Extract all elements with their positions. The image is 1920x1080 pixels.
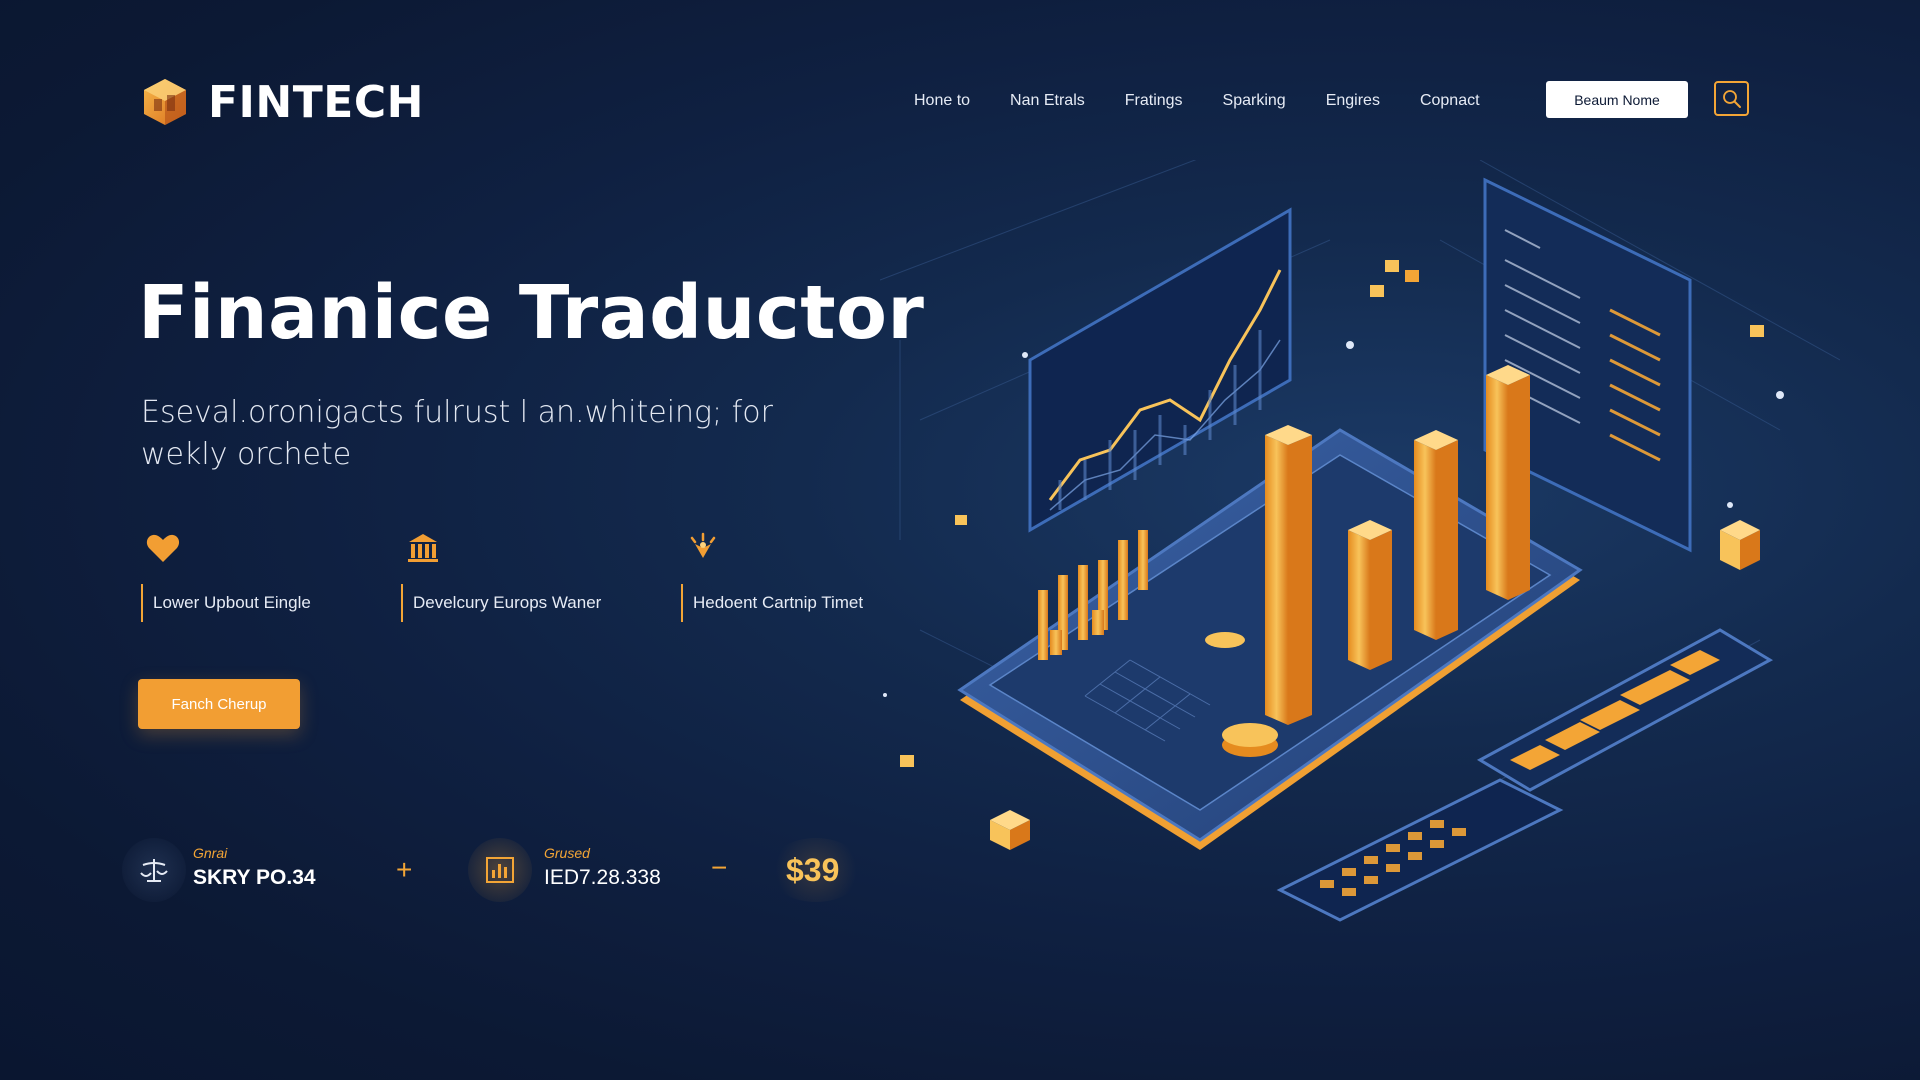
- brand-name: FINTECH: [208, 76, 424, 128]
- brand[interactable]: FINTECH: [140, 74, 424, 130]
- search-button[interactable]: [1714, 81, 1749, 116]
- stat-2-caption: Grused: [544, 845, 590, 861]
- scale-icon: [140, 859, 168, 882]
- chart-box-icon: [486, 857, 514, 883]
- hexagon-logo-icon: [144, 79, 186, 125]
- stat-2-value: IED7.28.338: [544, 866, 661, 889]
- feature-label: Develcury Europs Waner: [401, 584, 601, 622]
- stat-separator-plus: +: [396, 854, 413, 885]
- bank-icon: [408, 534, 438, 562]
- heart-icon: [146, 534, 180, 562]
- stat-separator-minus: −: [711, 852, 728, 883]
- stat-1-icon-wrap: [122, 838, 186, 902]
- feature-label: Hedoent Cartnip Timet: [681, 584, 863, 622]
- hero-subtitle: Eseval.oronigacts fulrust l an.whiteing;…: [141, 395, 773, 472]
- nav-item-2[interactable]: Nan Etrals: [1010, 92, 1085, 110]
- feature-3: Hedoent Cartnip Timet: [681, 528, 863, 622]
- nav-item-4[interactable]: Sparking: [1223, 92, 1286, 110]
- feature-1: Lower Upbout Eingle: [141, 528, 311, 622]
- stats-card: [1476, 628, 1774, 792]
- sparkle-icon: [690, 532, 716, 558]
- nav-item-home[interactable]: Hone to: [914, 92, 970, 110]
- nav-item-contact[interactable]: Copnact: [1420, 92, 1480, 110]
- line-chart-panel: [1028, 207, 1292, 533]
- keypad-card: [1276, 778, 1564, 922]
- price-value: $39: [786, 852, 840, 888]
- feature-2: Develcury Europs Waner: [401, 528, 601, 622]
- nav-cta-button[interactable]: Beaum Nome: [1546, 81, 1688, 118]
- nav-item-3[interactable]: Fratings: [1125, 92, 1183, 110]
- stat-2-icon-wrap: [468, 838, 532, 902]
- search-icon: [1722, 89, 1741, 108]
- stat-1-value: SKRY PO.34: [193, 866, 316, 889]
- primary-cta-button[interactable]: Fanch Cherup: [138, 679, 300, 729]
- hero-title: Finanice Traductor: [138, 270, 925, 356]
- main-nav: Hone to Nan Etrals Fratings Sparking Eng…: [914, 86, 1520, 116]
- finance-dashboard-illustration: [880, 160, 1840, 922]
- stat-1-caption: Gnrai: [193, 845, 228, 861]
- nav-item-5[interactable]: Engires: [1326, 92, 1380, 110]
- feature-label: Lower Upbout Eingle: [141, 584, 311, 622]
